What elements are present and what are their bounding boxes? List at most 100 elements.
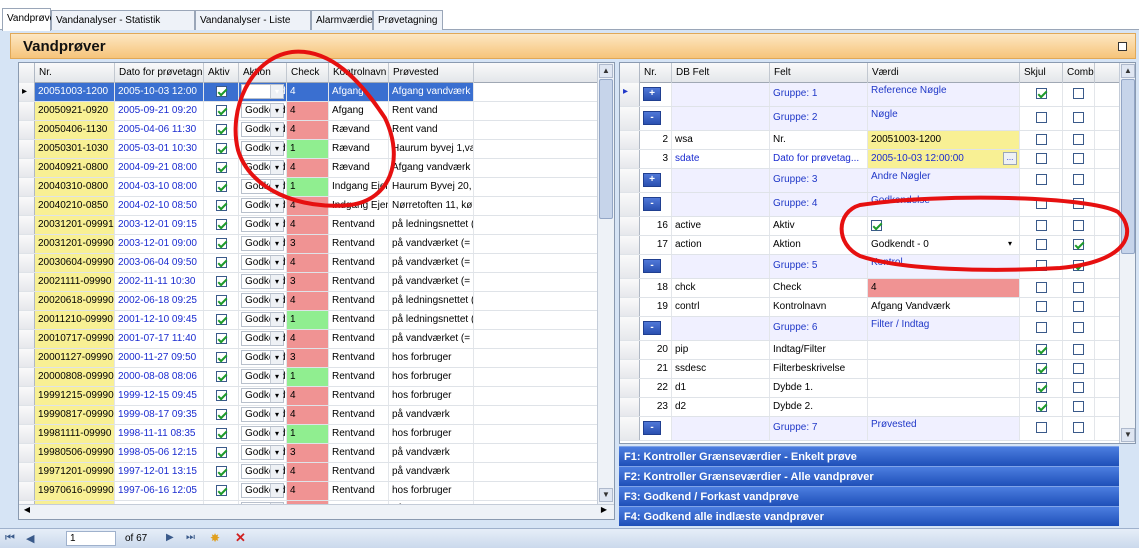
field-row[interactable]: 21 ssdesc Filterbeskrivelse <box>620 360 1120 379</box>
scroll-thumb[interactable] <box>1121 79 1135 254</box>
active-checkbox[interactable] <box>215 276 227 287</box>
field-value[interactable] <box>868 217 1020 235</box>
first-record-icon[interactable]: ⏮ <box>5 532 15 545</box>
active-checkbox[interactable] <box>215 86 227 97</box>
row-indicator[interactable] <box>620 255 640 278</box>
combo-checkbox[interactable] <box>1073 220 1084 231</box>
combo-checkbox[interactable] <box>1073 198 1084 209</box>
action-select[interactable]: Godkendt▾ <box>241 141 286 156</box>
combo-checkbox[interactable] <box>1073 112 1084 123</box>
combo-checkbox[interactable] <box>1073 282 1084 293</box>
table-row[interactable]: 20040310-0800 2004-03-10 08:00 Godkendt ▾ 1 I… <box>19 178 599 197</box>
combo-checkbox[interactable] <box>1073 239 1084 250</box>
field-value[interactable]: Godkendt - 0 ▾ <box>868 236 1020 254</box>
table-row[interactable]: 20050301-1030 2005-03-01 10:30 Godkendt ▾ 1 R… <box>19 140 599 159</box>
row-indicator[interactable] <box>620 279 640 297</box>
row-indicator[interactable] <box>19 349 35 367</box>
col-header-6[interactable]: Prøvested <box>389 63 474 83</box>
scroll-down-icon[interactable]: ▼ <box>599 488 613 502</box>
active-checkbox[interactable] <box>215 485 227 496</box>
new-record-icon[interactable]: ✸ <box>210 531 220 545</box>
action-select[interactable]: Godkendt▾ <box>241 426 286 441</box>
ellipsis-button[interactable]: ... <box>1003 152 1017 165</box>
table-row[interactable]: 19990817-09990 1999-08-17 09:35 Godkendt ▾ 4… <box>19 406 599 425</box>
col-header-4[interactable]: Check <box>287 63 329 83</box>
chevron-down-icon[interactable]: ▾ <box>270 294 283 307</box>
action-select[interactable]: Godkendt▾ <box>241 369 286 384</box>
field-value[interactable]: Afgang Vandværk <box>868 298 1020 316</box>
hide-checkbox[interactable] <box>1035 153 1047 164</box>
field-value[interactable]: 20051003-1200 <box>868 131 1020 149</box>
row-indicator[interactable] <box>19 121 35 139</box>
field-value[interactable] <box>868 379 1020 397</box>
collapse-icon[interactable]: - <box>643 321 661 335</box>
field-row[interactable]: 20 pip Indtag/Filter <box>620 341 1120 360</box>
action-select[interactable]: Godkendt▾ <box>241 122 286 137</box>
action-select[interactable]: Godkendt▾ <box>241 255 286 270</box>
table-row[interactable]: 19991215-09990 1999-12-15 09:45 Godkendt ▾ 4… <box>19 387 599 406</box>
active-checkbox[interactable] <box>215 181 227 192</box>
combo-checkbox[interactable] <box>1073 363 1084 374</box>
field-value[interactable] <box>868 341 1020 359</box>
hide-checkbox[interactable] <box>1035 282 1047 293</box>
action-select[interactable]: Godkendt▾ <box>241 160 286 175</box>
chevron-down-icon[interactable]: ▾ <box>270 370 283 383</box>
table-row[interactable]: 19970616-09990 1997-06-16 12:05 Godkendt ▾ 4… <box>19 482 599 501</box>
hide-checkbox[interactable] <box>1035 88 1047 99</box>
table-row[interactable]: 20031201-09991 2003-12-01 09:15 Godkendt ▾ 4… <box>19 216 599 235</box>
row-indicator[interactable] <box>620 360 640 378</box>
field-row[interactable]: 23 d2 Dybde 2. <box>620 398 1120 417</box>
delete-record-icon[interactable]: ✕ <box>235 530 246 546</box>
tab-1[interactable]: Vandanalyser - Statistik <box>51 10 195 30</box>
f4-button[interactable]: F4: Godkend alle indlæste vandprøver <box>619 506 1119 526</box>
field-value[interactable] <box>868 398 1020 416</box>
field-col-header-4[interactable]: Skjul <box>1020 63 1063 83</box>
combo-checkbox[interactable] <box>1073 301 1084 312</box>
field-row[interactable]: 18 chck Check 4 <box>620 279 1120 298</box>
hide-checkbox[interactable] <box>1035 401 1047 412</box>
action-select[interactable]: Godkendt▾ <box>241 331 286 346</box>
value-checkbox[interactable] <box>871 220 882 231</box>
scroll-down-icon[interactable]: ▼ <box>1121 428 1135 442</box>
hide-checkbox[interactable] <box>1035 134 1047 145</box>
field-col-header-5[interactable]: Combo <box>1063 63 1095 83</box>
row-indicator[interactable] <box>19 482 35 500</box>
chevron-down-icon[interactable]: ▾ <box>270 389 283 402</box>
combo-checkbox[interactable] <box>1073 382 1084 393</box>
maximize-icon[interactable] <box>1118 42 1127 51</box>
table-row[interactable]: 20021111-09990 2002-11-11 10:30 Godkendt ▾ 3… <box>19 273 599 292</box>
action-select[interactable]: Godkendt▾ <box>241 312 286 327</box>
action-select[interactable]: Godkendt▾ <box>241 445 286 460</box>
tab-4[interactable]: Prøvetagning <box>373 10 443 30</box>
col-header-2[interactable]: Aktiv <box>204 63 239 83</box>
chevron-down-icon[interactable]: ▾ <box>270 142 283 155</box>
field-value[interactable]: Filter / Indtag <box>868 317 1020 340</box>
col-header-3[interactable]: Aktion <box>239 63 287 83</box>
chevron-down-icon[interactable]: ▾ <box>270 199 283 212</box>
group-row[interactable]: - Gruppe: 5 Kontrol <box>620 255 1120 279</box>
active-checkbox[interactable] <box>215 200 227 211</box>
hide-checkbox[interactable] <box>1035 174 1047 185</box>
active-checkbox[interactable] <box>215 238 227 249</box>
row-indicator[interactable] <box>620 317 640 340</box>
active-checkbox[interactable] <box>215 333 227 344</box>
field-col-header-3[interactable]: Værdi <box>868 63 1020 83</box>
table-row[interactable]: 20020618-09990 2002-06-18 09:25 Godkendt ▾ 4… <box>19 292 599 311</box>
row-indicator[interactable] <box>620 379 640 397</box>
scroll-right-icon[interactable]: ▶ <box>597 505 611 519</box>
col-header-0[interactable]: Nr. <box>35 63 115 83</box>
f2-button[interactable]: F2: Kontroller Grænseværdier - Alle vand… <box>619 466 1119 486</box>
field-col-header-2[interactable]: Felt <box>770 63 868 83</box>
row-indicator[interactable]: ▸ <box>19 83 35 101</box>
table-row[interactable]: 20040921-0800 2004-09-21 08:00 Godkendt ▾ 4 R… <box>19 159 599 178</box>
action-select[interactable]: Godkendt▾ <box>241 464 286 479</box>
active-checkbox[interactable] <box>215 314 227 325</box>
table-row[interactable]: 20040210-0850 2004-02-10 08:50 Godkendt ▾ 4 I… <box>19 197 599 216</box>
group-row[interactable]: - Gruppe: 6 Filter / Indtag <box>620 317 1120 341</box>
row-indicator[interactable] <box>19 292 35 310</box>
field-row[interactable]: 19 contrl Kontrolnavn Afgang Vandværk <box>620 298 1120 317</box>
row-indicator[interactable] <box>19 254 35 272</box>
scroll-left-icon[interactable]: ◀ <box>20 505 34 519</box>
row-indicator[interactable] <box>19 216 35 234</box>
table-row[interactable]: 19981111-09990 1998-11-11 08:35 Godkendt ▾ 1… <box>19 425 599 444</box>
